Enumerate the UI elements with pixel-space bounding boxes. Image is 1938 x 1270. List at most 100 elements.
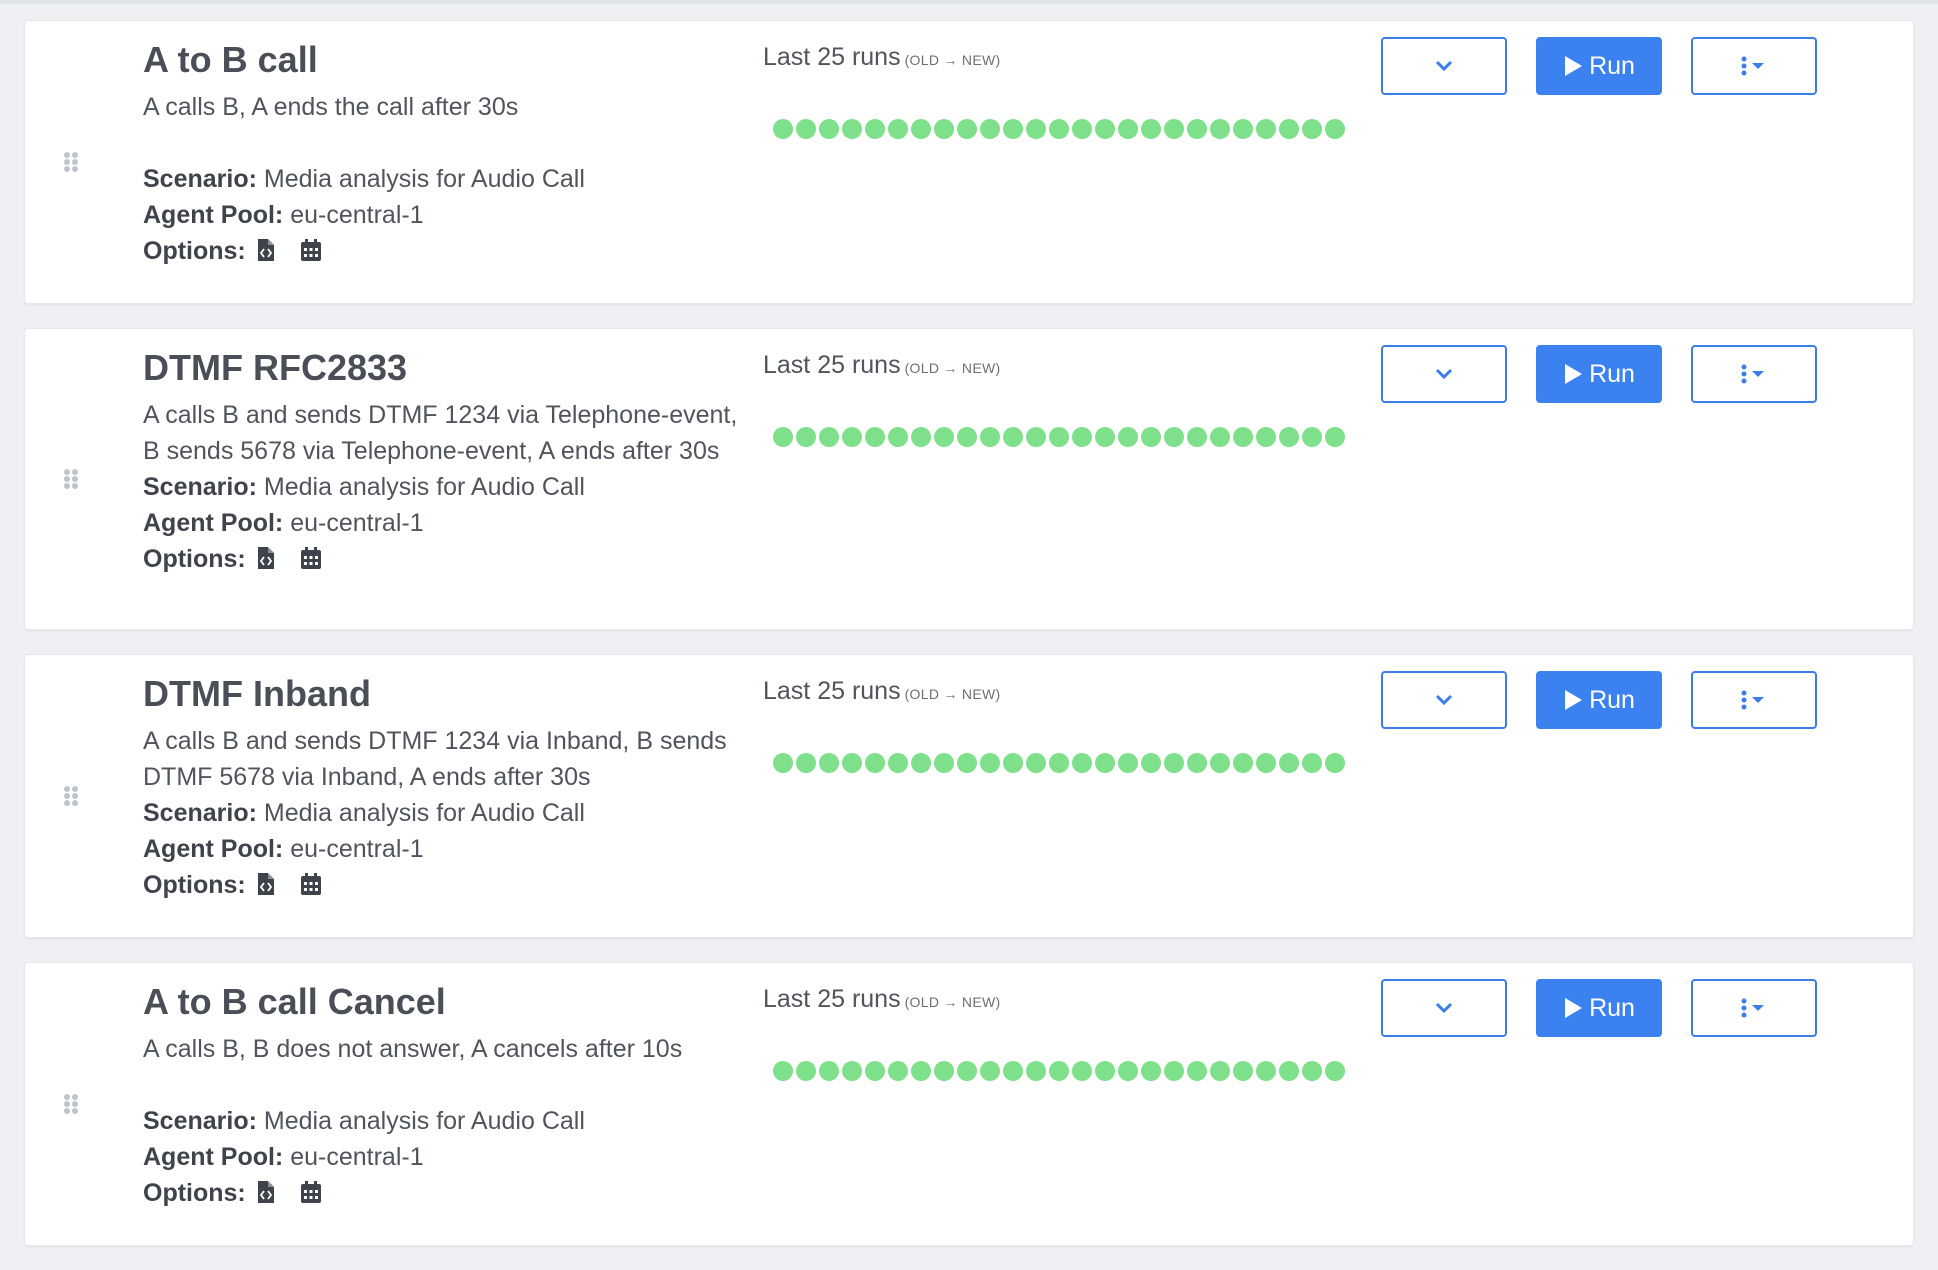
run-status-dot[interactable] — [1049, 427, 1069, 447]
run-status-dot[interactable] — [1164, 753, 1184, 773]
run-button[interactable]: Run — [1536, 37, 1662, 95]
test-title[interactable]: A to B call Cancel — [143, 981, 743, 1023]
run-button[interactable]: Run — [1536, 671, 1662, 729]
calendar-icon[interactable] — [300, 544, 322, 569]
run-status-dot[interactable] — [980, 1061, 1000, 1081]
expand-button[interactable] — [1381, 671, 1507, 729]
more-menu-button[interactable] — [1691, 671, 1817, 729]
run-status-dot[interactable] — [1118, 427, 1138, 447]
drag-handle-icon[interactable] — [61, 784, 81, 808]
run-status-dot[interactable] — [1072, 119, 1092, 139]
run-status-dot[interactable] — [1072, 1061, 1092, 1081]
run-status-dot[interactable] — [773, 1061, 793, 1081]
calendar-icon[interactable] — [300, 1178, 322, 1203]
run-status-dot[interactable] — [1302, 1061, 1322, 1081]
run-status-dot[interactable] — [911, 753, 931, 773]
run-status-dot[interactable] — [1233, 1061, 1253, 1081]
run-status-dot[interactable] — [865, 427, 885, 447]
run-status-dot[interactable] — [1049, 119, 1069, 139]
run-status-dot[interactable] — [796, 1061, 816, 1081]
run-status-dot[interactable] — [1210, 1061, 1230, 1081]
expand-button[interactable] — [1381, 37, 1507, 95]
run-status-dot[interactable] — [1210, 119, 1230, 139]
run-status-dot[interactable] — [819, 753, 839, 773]
run-status-dot[interactable] — [1118, 753, 1138, 773]
run-status-dot[interactable] — [1026, 1061, 1046, 1081]
run-status-dot[interactable] — [1256, 753, 1276, 773]
run-status-dot[interactable] — [1026, 427, 1046, 447]
run-status-dot[interactable] — [888, 119, 908, 139]
run-status-dot[interactable] — [1210, 753, 1230, 773]
run-status-dot[interactable] — [842, 1061, 862, 1081]
more-menu-button[interactable] — [1691, 979, 1817, 1037]
file-code-icon[interactable] — [257, 870, 279, 895]
run-status-dot[interactable] — [842, 753, 862, 773]
run-status-dot[interactable] — [1325, 119, 1345, 139]
run-status-dot[interactable] — [1003, 1061, 1023, 1081]
run-status-dot[interactable] — [911, 119, 931, 139]
test-title[interactable]: DTMF RFC2833 — [143, 347, 743, 389]
run-status-dot[interactable] — [1325, 427, 1345, 447]
run-status-dot[interactable] — [1118, 119, 1138, 139]
run-status-dot[interactable] — [1325, 1061, 1345, 1081]
run-status-dot[interactable] — [1233, 119, 1253, 139]
run-status-dot[interactable] — [819, 427, 839, 447]
run-status-dot[interactable] — [1325, 753, 1345, 773]
run-status-dot[interactable] — [1256, 427, 1276, 447]
file-code-icon[interactable] — [257, 236, 279, 261]
run-status-dot[interactable] — [1302, 427, 1322, 447]
run-status-dot[interactable] — [1049, 1061, 1069, 1081]
run-status-dot[interactable] — [1003, 119, 1023, 139]
run-status-dot[interactable] — [1095, 119, 1115, 139]
run-status-dot[interactable] — [1026, 119, 1046, 139]
run-status-dot[interactable] — [957, 119, 977, 139]
run-status-dot[interactable] — [1279, 1061, 1299, 1081]
run-status-dot[interactable] — [865, 1061, 885, 1081]
drag-handle-icon[interactable] — [61, 150, 81, 174]
expand-button[interactable] — [1381, 345, 1507, 403]
run-status-dot[interactable] — [888, 427, 908, 447]
run-status-dot[interactable] — [980, 753, 1000, 773]
run-status-dot[interactable] — [980, 427, 1000, 447]
run-status-dot[interactable] — [842, 119, 862, 139]
run-status-dot[interactable] — [796, 119, 816, 139]
test-title[interactable]: DTMF Inband — [143, 673, 743, 715]
run-button[interactable]: Run — [1536, 979, 1662, 1037]
run-status-dot[interactable] — [1233, 753, 1253, 773]
run-status-dot[interactable] — [865, 753, 885, 773]
run-status-dot[interactable] — [1187, 119, 1207, 139]
run-status-dot[interactable] — [1141, 1061, 1161, 1081]
calendar-icon[interactable] — [300, 870, 322, 895]
run-status-dot[interactable] — [1095, 1061, 1115, 1081]
run-status-dot[interactable] — [865, 119, 885, 139]
run-status-dot[interactable] — [1187, 1061, 1207, 1081]
run-status-dot[interactable] — [1003, 427, 1023, 447]
run-status-dot[interactable] — [1187, 427, 1207, 447]
run-status-dot[interactable] — [911, 1061, 931, 1081]
drag-handle-icon[interactable] — [61, 467, 81, 491]
run-status-dot[interactable] — [1026, 753, 1046, 773]
file-code-icon[interactable] — [257, 544, 279, 569]
run-status-dot[interactable] — [796, 427, 816, 447]
run-status-dot[interactable] — [1095, 753, 1115, 773]
run-status-dot[interactable] — [842, 427, 862, 447]
run-status-dot[interactable] — [1279, 753, 1299, 773]
run-status-dot[interactable] — [773, 119, 793, 139]
run-status-dot[interactable] — [1233, 427, 1253, 447]
more-menu-button[interactable] — [1691, 37, 1817, 95]
run-status-dot[interactable] — [1072, 753, 1092, 773]
run-status-dot[interactable] — [957, 753, 977, 773]
run-status-dot[interactable] — [1279, 427, 1299, 447]
run-status-dot[interactable] — [1141, 119, 1161, 139]
run-status-dot[interactable] — [1118, 1061, 1138, 1081]
run-status-dot[interactable] — [888, 1061, 908, 1081]
drag-handle-icon[interactable] — [61, 1092, 81, 1116]
calendar-icon[interactable] — [300, 236, 322, 261]
run-status-dot[interactable] — [1141, 753, 1161, 773]
run-status-dot[interactable] — [934, 753, 954, 773]
run-status-dot[interactable] — [1279, 119, 1299, 139]
run-status-dot[interactable] — [934, 119, 954, 139]
file-code-icon[interactable] — [257, 1178, 279, 1203]
run-status-dot[interactable] — [1095, 427, 1115, 447]
run-status-dot[interactable] — [1003, 753, 1023, 773]
